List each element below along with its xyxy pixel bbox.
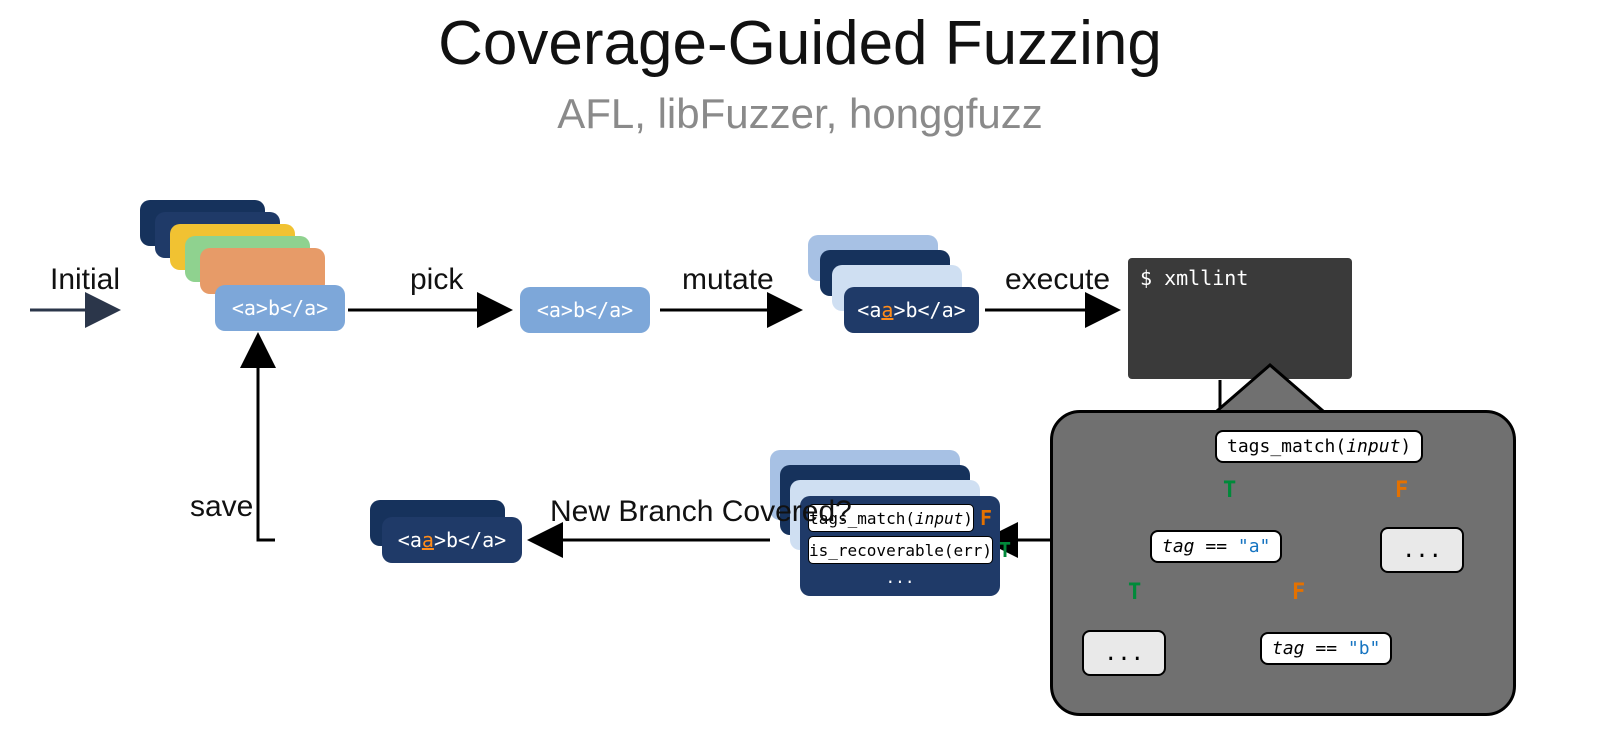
seed-text: <a>b</a> bbox=[232, 296, 328, 320]
seed-text: <a>b</a> bbox=[537, 298, 633, 322]
tree-root-node: tags_match(input) bbox=[1215, 430, 1423, 463]
new-branch-label: New Branch Covered? bbox=[550, 495, 852, 529]
seed-text: <aa>b</a> bbox=[857, 298, 965, 322]
seed-text: <aa>b</a> bbox=[398, 528, 506, 552]
tree-node-tag-a: tag == "a" bbox=[1150, 530, 1282, 563]
edge-label-t: T bbox=[1223, 478, 1236, 503]
execute-label: execute bbox=[1005, 263, 1110, 297]
initial-label: Initial bbox=[50, 263, 120, 297]
tree-node-ellipsis: ... bbox=[1082, 630, 1166, 676]
saved-stack: <aa>b</a> bbox=[370, 500, 550, 580]
corpus-front-seed: <a>b</a> bbox=[215, 285, 345, 331]
node-text: tags_match(input) bbox=[1227, 436, 1411, 457]
mutated-stack: <aa>b</a> bbox=[808, 235, 1008, 345]
mutate-label: mutate bbox=[682, 263, 774, 297]
coverage-flag-t: T bbox=[999, 538, 1011, 562]
tree-node-tag-b: tag == "b" bbox=[1260, 632, 1392, 665]
save-label: save bbox=[190, 490, 253, 524]
corpus-stack: <a>b</a> bbox=[140, 200, 370, 340]
coverage-row: is_recoverable(err) bbox=[808, 536, 993, 564]
coverage-flag-f: F bbox=[980, 506, 992, 530]
terminal-prompt: $ xmllint bbox=[1140, 266, 1248, 290]
saved-front-seed: <aa>b</a> bbox=[382, 517, 522, 563]
pick-label: pick bbox=[410, 263, 463, 297]
picked-seed: <a>b</a> bbox=[520, 287, 650, 333]
mutated-front-seed: <aa>b</a> bbox=[844, 287, 979, 333]
node-text: tag == "b" bbox=[1272, 638, 1380, 659]
edge-label-t: T bbox=[1128, 580, 1141, 605]
coverage-ellipsis: ... bbox=[808, 568, 992, 587]
edge-label-f: F bbox=[1395, 478, 1408, 503]
edge-label-f: F bbox=[1292, 580, 1305, 605]
node-text: tag == "a" bbox=[1162, 536, 1270, 557]
tree-node-ellipsis: ... bbox=[1380, 527, 1464, 573]
